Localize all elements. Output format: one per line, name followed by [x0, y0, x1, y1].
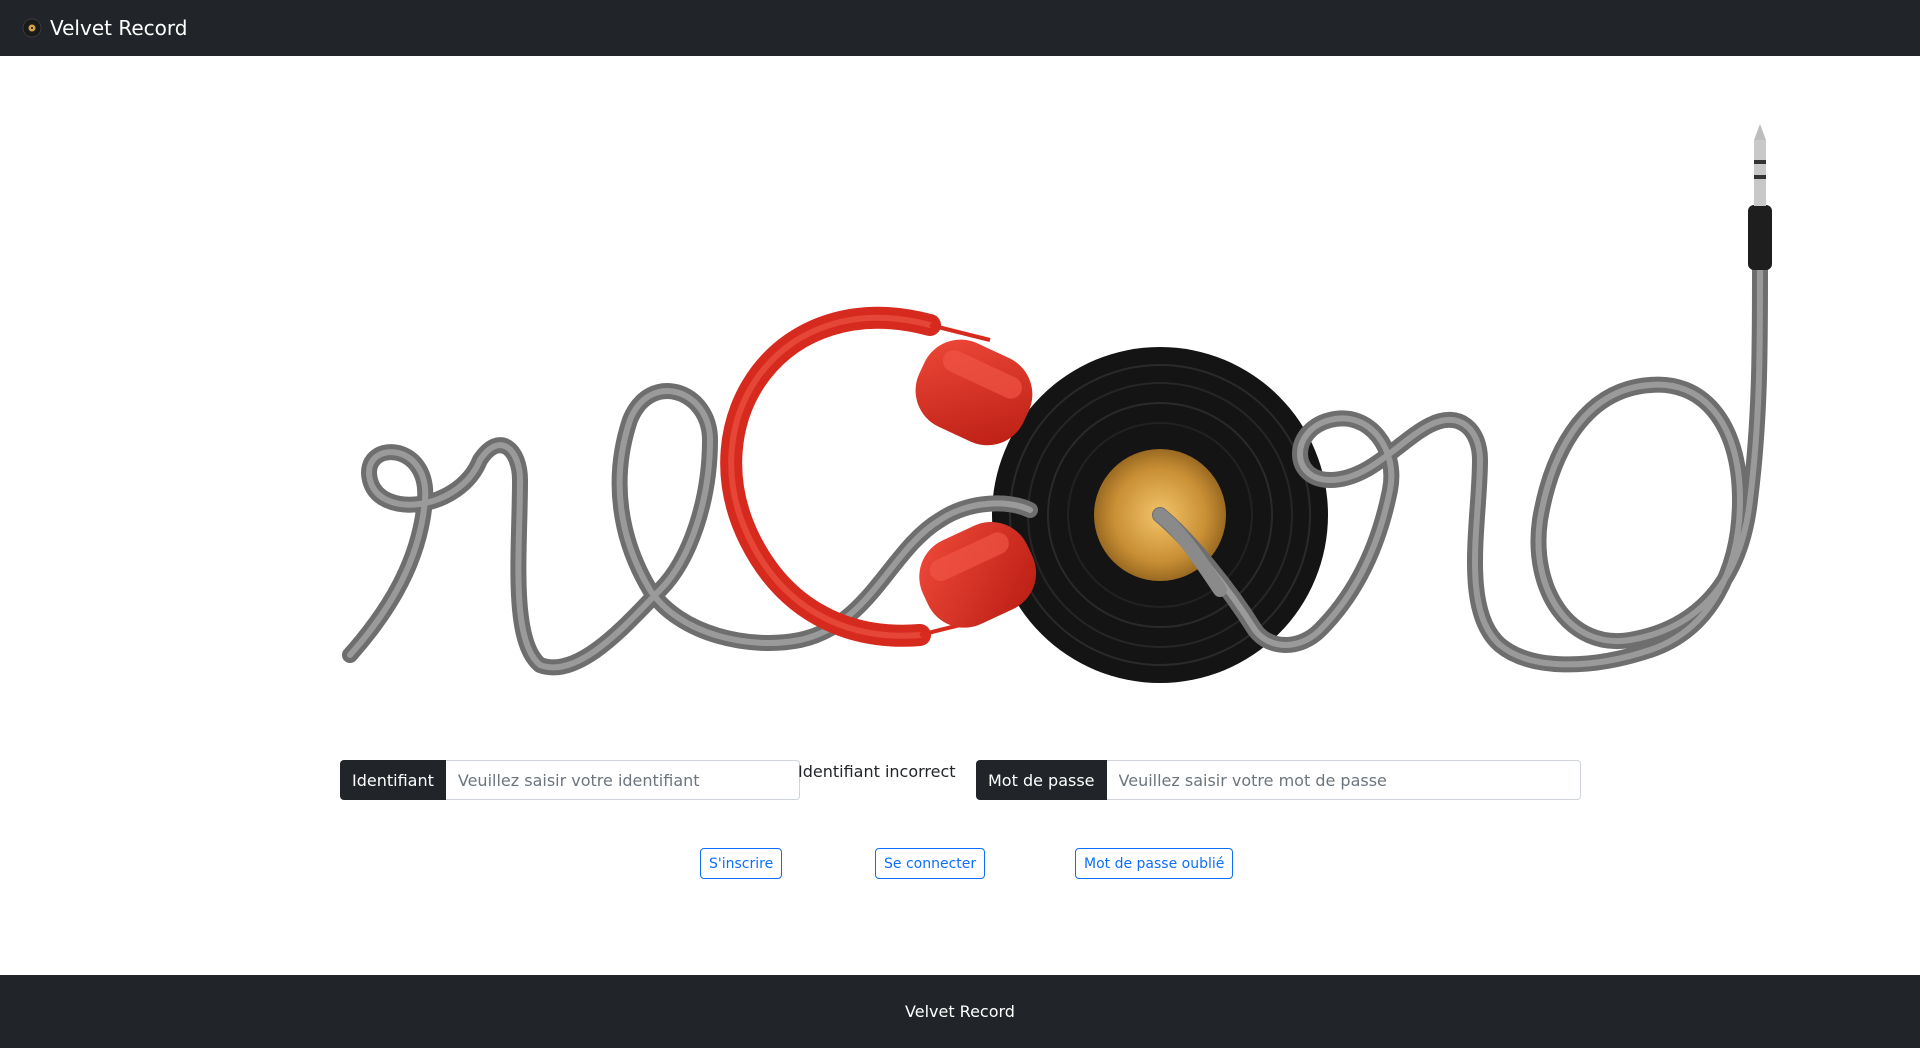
- navbar: Velvet Record: [0, 0, 1920, 56]
- vinyl-record-icon: [22, 18, 42, 38]
- footer-text: Velvet Record: [905, 1002, 1015, 1021]
- login-form: Identifiant Identifiant incorrect Mot de…: [0, 760, 1920, 800]
- register-button[interactable]: S'inscrire: [700, 848, 783, 879]
- username-error-message: Identifiant incorrect: [798, 762, 956, 781]
- login-button[interactable]: Se connecter: [875, 848, 986, 879]
- username-group: Identifiant: [340, 760, 800, 800]
- username-label: Identifiant: [340, 760, 446, 800]
- password-label: Mot de passe: [976, 760, 1107, 800]
- record-hero-illustration: [342, 124, 1772, 683]
- footer: Velvet Record: [0, 975, 1920, 1048]
- forgot-password-button[interactable]: Mot de passe oublié: [1075, 848, 1234, 879]
- password-input[interactable]: [1106, 760, 1581, 800]
- audio-jack-icon: [1748, 124, 1772, 270]
- username-input[interactable]: [445, 760, 800, 800]
- action-buttons: S'inscrire Se connecter Mot de passe oub…: [0, 848, 1920, 880]
- password-group: Mot de passe: [976, 760, 1581, 800]
- brand-link[interactable]: Velvet Record: [22, 16, 187, 40]
- brand-name: Velvet Record: [50, 16, 188, 40]
